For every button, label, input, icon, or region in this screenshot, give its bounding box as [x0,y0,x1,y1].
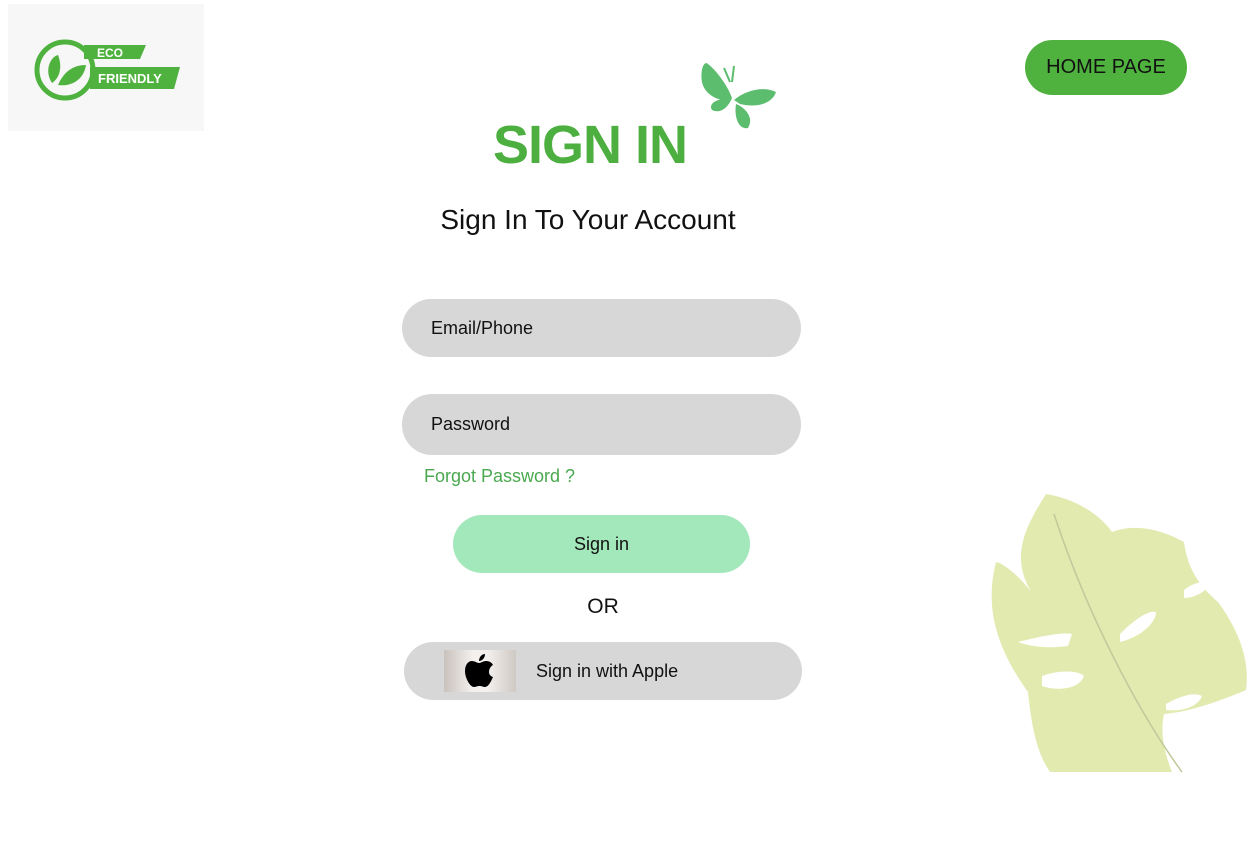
page-subtitle: Sign In To Your Account [440,204,736,235]
sign-in-with-apple-button[interactable]: Sign in with Apple [404,642,802,700]
forgot-password-link[interactable]: Forgot Password ? [424,466,575,487]
home-page-button[interactable]: HOME PAGE [1025,40,1187,95]
logo-text-friendly: FRIENDLY [98,71,162,86]
email-phone-input[interactable] [402,299,801,357]
eco-friendly-logo: ECO FRIENDLY [8,4,204,131]
apple-button-label: Sign in with Apple [536,661,679,681]
eco-leaf-icon: ECO FRIENDLY [34,39,180,101]
monstera-leaf-icon [991,494,1247,773]
or-divider-text: OR [587,595,619,618]
apple-icon [444,650,516,692]
logo-text-eco: ECO [97,46,123,60]
sign-in-button[interactable]: Sign in [453,515,750,573]
password-input[interactable] [402,394,801,455]
page-title: SIGN IN [492,115,688,175]
